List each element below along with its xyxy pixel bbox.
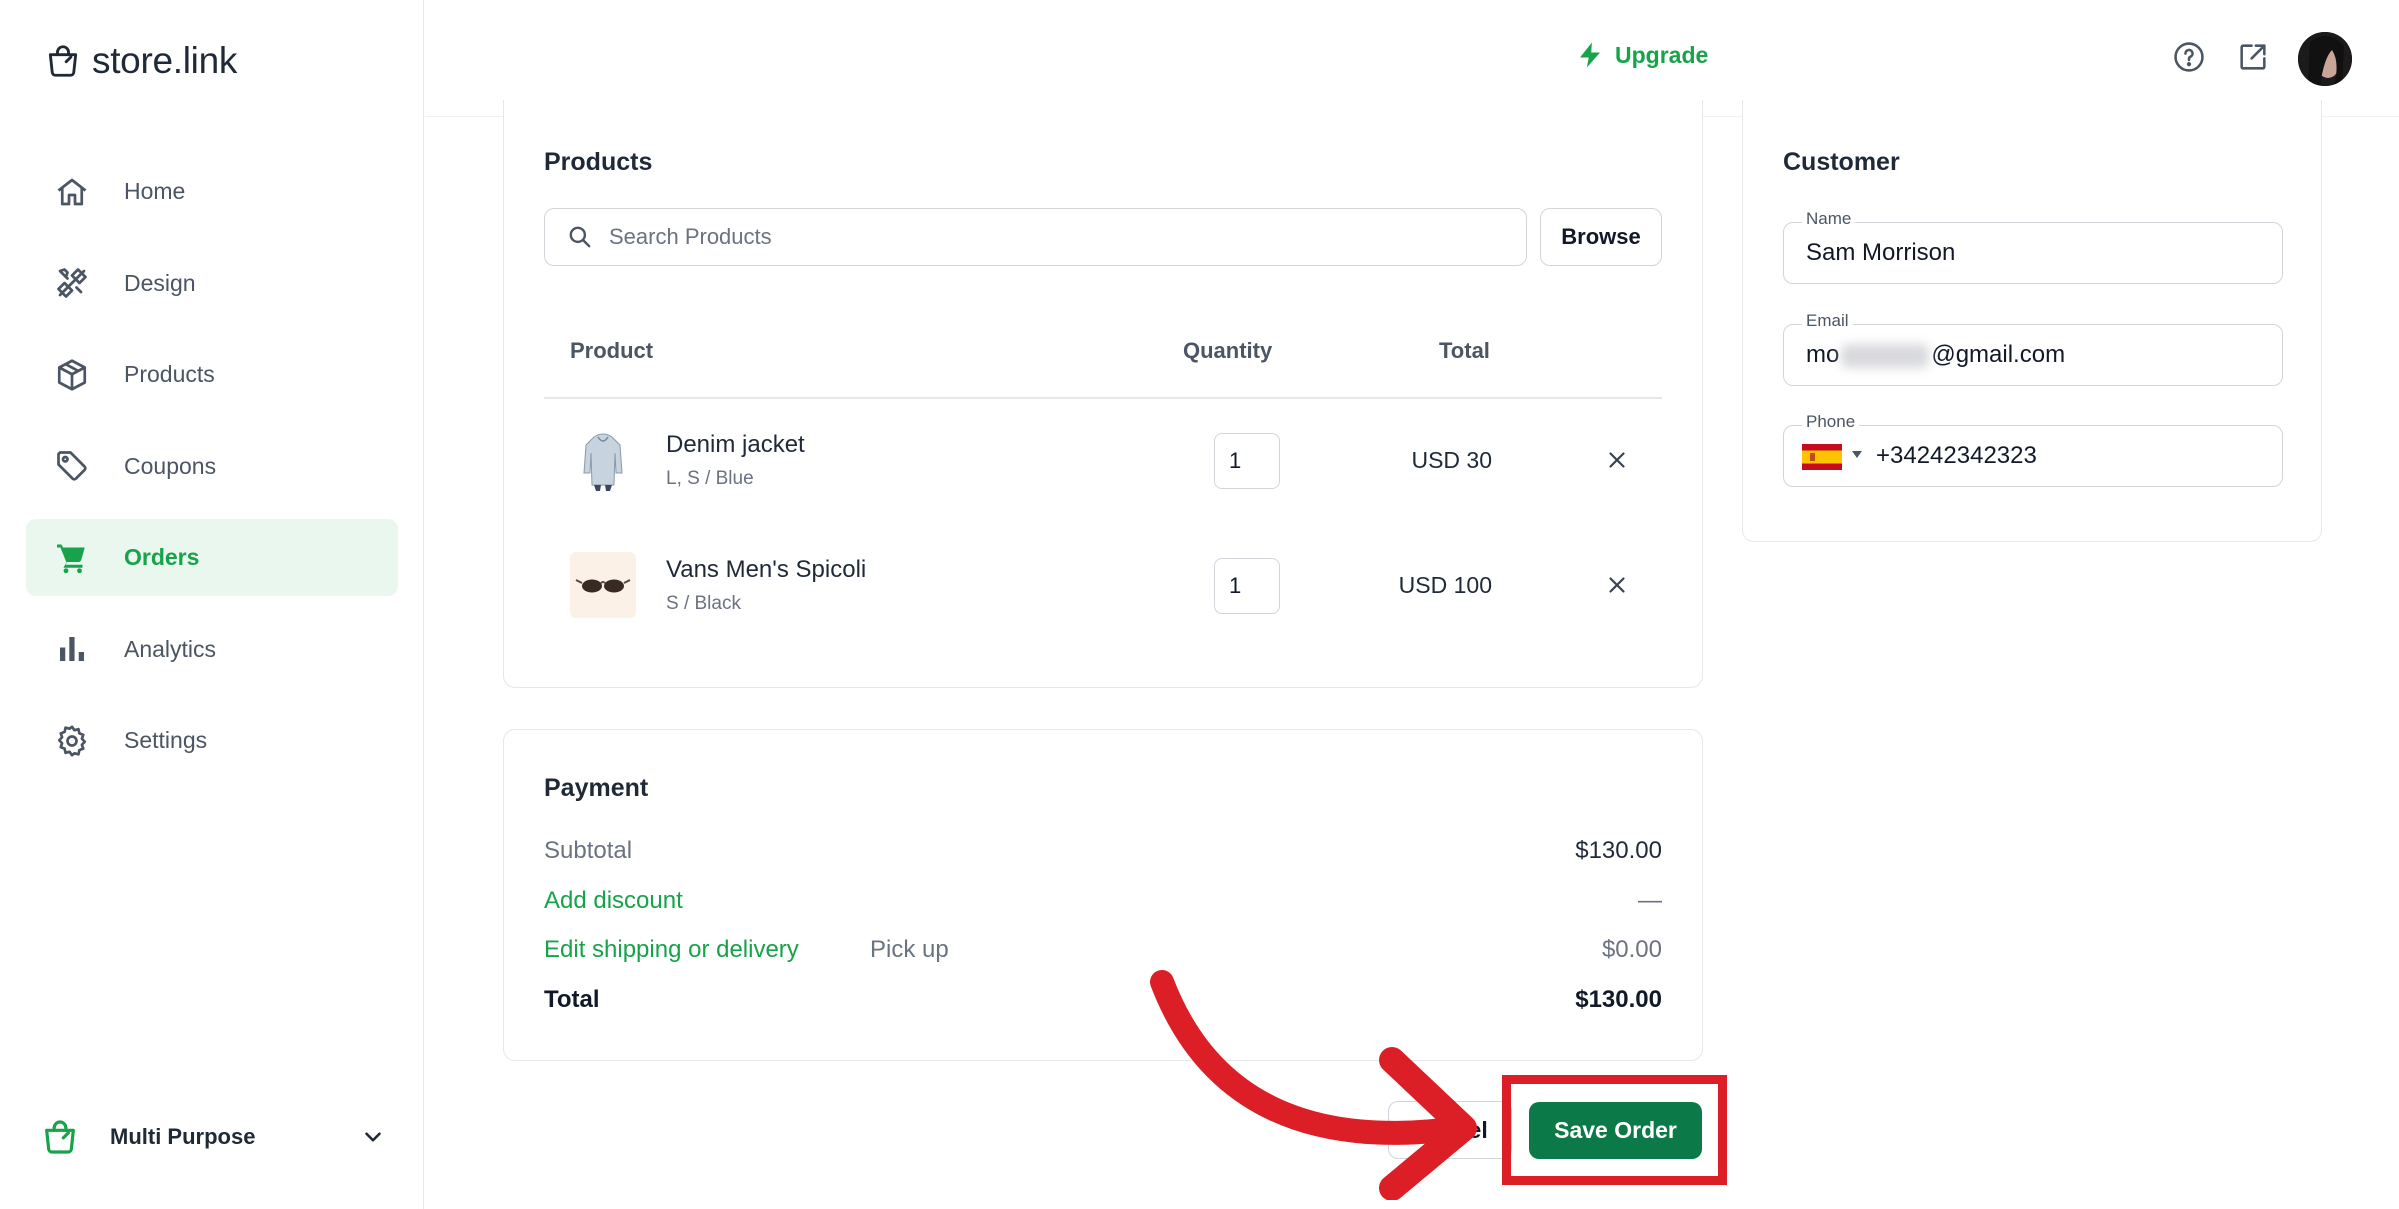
remove-item-icon[interactable] (1604, 572, 1630, 598)
highlight-box (1502, 1075, 1727, 1185)
customer-title: Customer (1783, 148, 1900, 176)
sidebar-item-products[interactable]: Products (26, 336, 398, 413)
shopping-bag-icon (48, 45, 78, 77)
payment-title: Payment (544, 774, 649, 802)
user-avatar[interactable] (2298, 32, 2352, 86)
column-header-product: Product (570, 338, 654, 363)
products-card: Products Browse Product Quantity Total D… (503, 100, 1703, 688)
tag-icon (57, 451, 87, 481)
home-icon (57, 178, 87, 205)
email-field[interactable]: Email mo @gmail.com (1783, 311, 2283, 386)
total-row: Total $130.00 (544, 986, 1662, 1022)
cart-icon (57, 544, 85, 573)
external-link-icon[interactable] (2236, 40, 2270, 74)
sidebar: store.link Home Design Products Coupons … (0, 0, 424, 1209)
quantity-input[interactable] (1214, 558, 1280, 614)
sidebar-item-settings[interactable]: Settings (26, 702, 398, 779)
upgrade-button[interactable]: Upgrade (1575, 40, 1708, 70)
line-total: USD 30 (1411, 447, 1492, 473)
phone-field[interactable]: Phone +34242342323 (1783, 412, 2283, 487)
quantity-input[interactable] (1214, 433, 1280, 489)
line-total: USD 100 (1398, 572, 1492, 598)
sidebar-item-label: Coupons (124, 452, 217, 479)
brand-name: store.link (92, 40, 238, 81)
customer-card: Customer Name Sam Morrison Email mo @gmai… (1742, 100, 2322, 542)
name-label: Name (1802, 209, 1856, 229)
sidebar-item-label: Analytics (124, 635, 217, 662)
chevron-down-icon (365, 1132, 381, 1142)
email-label: Email (1802, 311, 1853, 331)
sidebar-item-label: Settings (124, 727, 208, 753)
email-value: mo @gmail.com (1806, 341, 2065, 369)
products-title: Products (544, 148, 653, 176)
country-dropdown-caret[interactable] (1852, 451, 1862, 458)
subtotal-label: Subtotal (544, 837, 633, 864)
product-thumbnail (570, 552, 636, 618)
name-field[interactable]: Name Sam Morrison (1783, 209, 2283, 284)
sidebar-item-home[interactable]: Home (26, 153, 398, 230)
help-icon[interactable] (2172, 40, 2206, 74)
sidebar-item-label: Design (124, 269, 196, 296)
sidebar-item-orders[interactable]: Orders (26, 519, 398, 596)
product-name: Denim jacket (666, 431, 805, 458)
column-header-total: Total (1439, 338, 1490, 363)
search-icon (569, 226, 591, 248)
sidebar-item-label: Products (124, 361, 215, 387)
name-value: Sam Morrison (1806, 239, 1956, 266)
store-switcher[interactable]: Multi Purpose (40, 1112, 386, 1162)
payment-card: Payment Subtotal $130.00 Add discount — … (503, 729, 1703, 1061)
product-search[interactable] (544, 208, 1527, 266)
table-divider (544, 397, 1662, 399)
edit-shipping-link[interactable]: Edit shipping or delivery (544, 936, 799, 964)
table-row: Denim jacket L, S / Blue USD 30 (544, 405, 1662, 515)
subtotal-value: $130.00 (1575, 837, 1662, 864)
brand-logo[interactable]: store.link (44, 40, 237, 82)
spain-flag-icon[interactable] (1802, 444, 1842, 470)
product-name: Vans Men's Spicoli (666, 556, 867, 583)
box-icon (57, 358, 87, 391)
lightning-icon (1580, 42, 1600, 68)
product-variant: S / Black (666, 593, 741, 614)
email-suffix: @gmail.com (1931, 341, 2066, 368)
design-icon (57, 268, 87, 298)
sidebar-item-analytics[interactable]: Analytics (26, 611, 398, 688)
phone-value: +34242342323 (1876, 442, 2037, 469)
add-discount-link[interactable]: Add discount (544, 887, 683, 915)
gear-icon (57, 724, 87, 757)
shipping-value: $0.00 (1601, 936, 1662, 963)
table-row: Vans Men's Spicoli S / Black USD 100 (544, 530, 1662, 640)
shipping-method: Pick up (870, 936, 949, 963)
avatar-photo (2298, 32, 2352, 86)
product-variant: L, S / Blue (666, 468, 754, 489)
subtotal-row: Subtotal $130.00 (544, 837, 1662, 873)
search-input[interactable] (609, 224, 1409, 250)
email-prefix: mo (1806, 341, 1840, 368)
shopping-bag-icon (45, 1120, 75, 1154)
product-thumbnail (570, 427, 636, 493)
discount-row: Add discount — (544, 887, 1662, 923)
redacted-text (1841, 343, 1930, 368)
column-header-quantity: Quantity (1183, 338, 1273, 363)
discount-value: — (1638, 887, 1662, 914)
total-value: $130.00 (1575, 986, 1662, 1013)
bar-chart-icon (60, 637, 84, 661)
upgrade-label: Upgrade (1615, 41, 1709, 68)
browse-button[interactable]: Browse (1540, 208, 1662, 266)
cancel-button[interactable]: Cancel (1388, 1101, 1512, 1159)
sidebar-item-design[interactable]: Design (26, 245, 398, 322)
remove-item-icon[interactable] (1604, 447, 1630, 473)
sidebar-nav: Home Design Products Coupons Orders Anal… (26, 153, 398, 794)
shipping-row: Edit shipping or delivery Pick up $0.00 (544, 936, 1662, 972)
phone-label: Phone (1802, 412, 1860, 432)
store-name: Multi Purpose (110, 1124, 256, 1149)
sidebar-item-label: Orders (124, 544, 200, 570)
sidebar-item-label: Home (124, 178, 186, 204)
sidebar-item-coupons[interactable]: Coupons (26, 428, 398, 505)
total-label: Total (544, 986, 600, 1013)
